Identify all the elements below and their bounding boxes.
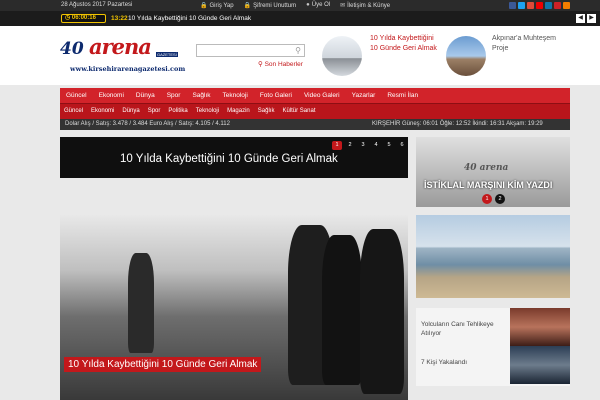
subnav-item[interactable]: Dünya — [118, 104, 143, 119]
featured-title-2[interactable]: Akpınar'a Muhteşem Proje — [492, 34, 556, 54]
slider-page[interactable]: 6 — [397, 141, 407, 150]
slider-page[interactable]: 2 — [345, 141, 355, 150]
nav-item[interactable]: Yazarlar — [346, 88, 382, 103]
nav-item[interactable]: Ekonomi — [93, 88, 130, 103]
info-bar: Dolar Alış / Satış: 3.478 / 3.484 Euro A… — [60, 119, 570, 130]
lock-icon: 🔒 — [200, 3, 208, 9]
facebook-icon[interactable] — [509, 2, 516, 9]
site-logo[interactable]: 40 arena GAZETESİ www.kirsehirarenagazet… — [60, 33, 185, 77]
photo-figure — [128, 253, 154, 353]
subnav-item[interactable]: Magazin — [223, 104, 254, 119]
logo-brand: arena — [89, 34, 152, 59]
main-navigation: Güncel Ekonomi Dünya Spor Sağlık Teknolo… — [60, 88, 570, 119]
nav-item[interactable]: Sağlık — [186, 88, 216, 103]
pinterest-icon[interactable] — [554, 2, 561, 9]
youtube-icon[interactable] — [536, 2, 543, 9]
ticker-time: 13:22 — [111, 15, 128, 22]
nav-item[interactable]: Video Galeri — [298, 88, 346, 103]
sidebar-slider[interactable]: 40 arena İSTİKLAL MARŞINI KİM YAZDI 1 2 — [416, 137, 570, 207]
sidebar-slider-pagination: 1 2 — [482, 194, 505, 204]
envelope-icon: ✉ — [340, 3, 346, 9]
lock-icon: 🔒 — [243, 3, 252, 9]
nav-item[interactable]: Dünya — [130, 88, 161, 103]
nav-item[interactable]: Teknoloji — [217, 88, 254, 103]
site-header: 40 arena GAZETESİ www.kirsehirarenagazet… — [0, 26, 600, 85]
subnav-item[interactable]: Spor — [144, 104, 165, 119]
slider-page[interactable]: 4 — [371, 141, 381, 150]
sidebar-page[interactable]: 2 — [495, 194, 505, 204]
rss-icon[interactable] — [563, 2, 570, 9]
sidebar-slider-title[interactable]: İSTİKLAL MARŞINI KİM YAZDI — [424, 180, 552, 190]
search-input[interactable]: ⚲ — [196, 44, 305, 57]
logo-number: 40 — [60, 39, 84, 59]
slider-pagination: 1 2 3 4 5 6 — [332, 141, 407, 150]
headline-caption[interactable]: 10 Yılda Kaybettiğini 10 Günde Geri Alma… — [64, 357, 262, 372]
featured-thumb-2[interactable] — [446, 36, 486, 76]
register-link[interactable]: ● Üye Ol — [306, 2, 330, 9]
nav-item[interactable]: Spor — [161, 88, 187, 103]
subnav-item[interactable]: Kültür Sanat — [278, 104, 319, 119]
sidebar-news-title[interactable]: 7 Kişi Yakalandı — [421, 358, 501, 367]
twitter-icon[interactable] — [518, 2, 525, 9]
slider-title-bar: 10 Yılda Kaybettiğini 10 Günde Geri Alma… — [60, 137, 408, 178]
forgot-password-link[interactable]: 🔒 Şifremi Unuttum — [244, 2, 297, 9]
subnav-item[interactable]: Sağlık — [254, 104, 279, 119]
logo-site: www.kirsehirarenagazetesi.com — [70, 65, 186, 73]
clock-time: 06:00:16 — [71, 15, 96, 21]
sidebar-news-item[interactable]: 7 Kişi Yakalandı — [416, 346, 570, 386]
sidebar-news-title[interactable]: Yolcuların Canı Tehlikeye Atılıyor — [421, 320, 501, 338]
news-ticker: ◷ 06:00:16 13:22 10 Yılda Kaybettiğini 1… — [0, 11, 600, 26]
clock-icon: ◷ — [65, 15, 71, 21]
primary-menu: Güncel Ekonomi Dünya Spor Sağlık Teknolo… — [60, 88, 570, 104]
user-links: 🔒 Giriş Yap 🔒 Şifremi Unuttum ● Üye Ol ✉ İle… — [200, 2, 390, 9]
slider-page[interactable]: 1 — [332, 141, 342, 150]
ticker-headline[interactable]: 10 Yılda Kaybettiğini 10 Günde Geri Alma… — [128, 15, 251, 22]
subnav-item[interactable]: Güncel — [60, 104, 87, 119]
forgot-password-label: Şifremi Unuttum — [253, 3, 297, 9]
login-link[interactable]: 🔒 Giriş Yap — [200, 2, 234, 9]
ticker-controls: ◀ ▶ — [576, 14, 596, 23]
logo-tag: GAZETESİ — [156, 52, 178, 57]
contact-label: İletişim & Künye — [347, 3, 391, 9]
sidebar-page[interactable]: 1 — [482, 194, 492, 204]
chevron-right-icon[interactable]: ▶ — [587, 14, 596, 23]
photo-figure — [322, 235, 362, 385]
photo-figure — [360, 229, 404, 394]
currency-rates: Dolar Alış / Satış: 3.478 / 3.484 Euro A… — [65, 121, 230, 127]
user-icon: ● — [306, 2, 310, 8]
clock: ◷ 06:00:16 — [61, 14, 106, 23]
chevron-left-icon[interactable]: ◀ — [576, 14, 585, 23]
linkedin-icon[interactable] — [545, 2, 552, 9]
nav-item[interactable]: Resmi İlan — [381, 88, 424, 103]
register-label: Üye Ol — [311, 2, 331, 8]
search-icon[interactable]: ⚲ — [295, 46, 301, 55]
last-news-label: Son Haberler — [264, 61, 303, 68]
secondary-menu: Güncel Ekonomi Dünya Spor Politika Tekno… — [60, 104, 320, 119]
last-news-link[interactable]: ⚲ Son Haberler — [258, 60, 303, 68]
nav-item[interactable]: Güncel — [60, 88, 93, 103]
sidebar-news-item[interactable]: Yolcuların Canı Tehlikeye Atılıyor — [416, 308, 570, 346]
sidebar-news-thumb[interactable] — [510, 308, 570, 346]
subnav-item[interactable]: Ekonomi — [87, 104, 118, 119]
google-plus-icon[interactable] — [527, 2, 534, 9]
prayer-times: KIRŞEHİR Güneş: 06:01 Öğle: 12:52 İkindi… — [372, 121, 543, 127]
slider-title[interactable]: 10 Yılda Kaybettiğini 10 Günde Geri Alma… — [120, 153, 338, 165]
subnav-item[interactable]: Politika — [164, 104, 191, 119]
current-date: 28 Ağustos 2017 Pazartesi — [61, 2, 133, 8]
contact-link[interactable]: ✉ İletişim & Künye — [340, 2, 390, 9]
featured-title-1[interactable]: 10 Yılda Kaybettiğini 10 Günde Geri Almak — [370, 34, 437, 54]
sidebar-lake-image[interactable] — [416, 215, 570, 298]
social-icons — [509, 2, 570, 9]
sidebar-news-thumb[interactable] — [510, 346, 570, 384]
featured-thumb-1[interactable] — [322, 36, 362, 76]
slider-page[interactable]: 5 — [384, 141, 394, 150]
subnav-item[interactable]: Teknoloji — [192, 104, 223, 119]
slider-page[interactable]: 3 — [358, 141, 368, 150]
login-label: Giriş Yap — [209, 3, 234, 9]
sidebar-logo: 40 arena — [464, 163, 509, 173]
nav-item[interactable]: Foto Galeri — [254, 88, 298, 103]
top-bar: 28 Ağustos 2017 Pazartesi 🔒 Giriş Yap 🔒 Şi… — [0, 0, 600, 11]
headline-image[interactable]: 10 Yılda Kaybettiğini 10 Günde Geri Alma… — [60, 215, 408, 400]
search-icon: ⚲ — [258, 61, 263, 68]
